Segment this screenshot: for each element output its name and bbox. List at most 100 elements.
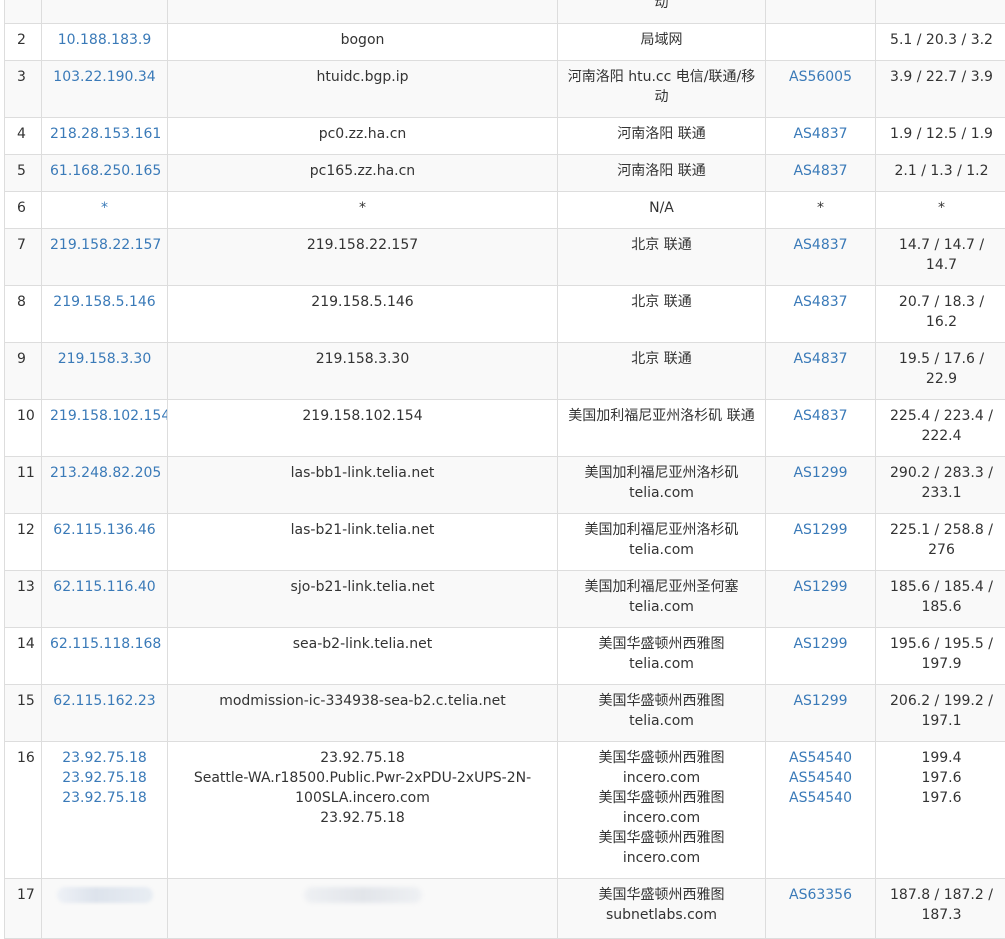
hop-number: 14: [17, 636, 35, 652]
ip-cell: 219.158.102.154: [42, 400, 168, 457]
hop-number-cell: 14: [5, 628, 42, 685]
hop-number-cell: 5: [5, 155, 42, 192]
asn-link[interactable]: AS54540: [774, 788, 867, 808]
hostname-text: htuidc.bgp.ip: [176, 67, 549, 87]
ip-link[interactable]: 103.22.190.34: [50, 67, 159, 87]
location-cell: 北京 联通: [558, 229, 766, 286]
ip-link[interactable]: 62.115.162.23: [50, 691, 159, 711]
hop-number: 12: [17, 522, 35, 538]
latency-text: 199.4 197.6 197.6: [884, 748, 999, 808]
ip-link[interactable]: 61.168.250.165: [50, 161, 159, 181]
hop-number: 2: [17, 32, 26, 48]
hostname-cell: 219.158.5.146: [168, 286, 558, 343]
asn-link[interactable]: AS4837: [774, 161, 867, 181]
asn-link[interactable]: AS4837: [774, 124, 867, 144]
hostname-text: sea-b2-link.telia.net: [176, 634, 549, 654]
asn-link[interactable]: AS1299: [774, 577, 867, 597]
asn-link[interactable]: AS63356: [774, 885, 867, 905]
hostname-text: modmission-ic-334938-sea-b2.c.telia.net: [176, 691, 549, 711]
asn-link[interactable]: AS1299: [774, 520, 867, 540]
latency-cell: 225.1 / 258.8 / 276: [876, 514, 1005, 571]
location-cell: 河南洛阳 联通: [558, 118, 766, 155]
latency-cell: 2.1 / 1.3 / 1.2: [876, 155, 1005, 192]
ip-link[interactable]: 219.158.3.30: [50, 349, 159, 369]
location-text: 北京 联通: [566, 235, 757, 255]
ip-link[interactable]: 213.248.82.205: [50, 463, 159, 483]
hop-number-cell: 12: [5, 514, 42, 571]
ip-link[interactable]: 219.158.102.154: [50, 406, 159, 426]
asn-link[interactable]: AS4837: [774, 292, 867, 312]
table-row: 1262.115.136.46las-b21-link.telia.net美国加…: [5, 514, 1005, 571]
hop-number: 9: [17, 351, 26, 367]
asn-cell: [766, 24, 876, 61]
location-cell: N/A: [558, 192, 766, 229]
asn-cell: AS1299: [766, 628, 876, 685]
asn-cell: AS4837: [766, 229, 876, 286]
latency-cell: 195.6 / 195.5 / 197.9: [876, 628, 1005, 685]
ip-link[interactable]: 62.115.136.46: [50, 520, 159, 540]
asn-link[interactable]: AS54540: [774, 748, 867, 768]
asn-link[interactable]: AS4837: [774, 406, 867, 426]
hop-number: 7: [17, 237, 26, 253]
latency-cell: 1.9 / 12.5 / 1.9: [876, 118, 1005, 155]
hostname-text: 219.158.3.30: [176, 349, 549, 369]
asn-link[interactable]: AS4837: [774, 349, 867, 369]
asn-link[interactable]: AS1299: [774, 691, 867, 711]
location-text: 河南洛阳 联通: [566, 124, 757, 144]
hop-number-cell: 6: [5, 192, 42, 229]
ip-link[interactable]: 218.28.153.161: [50, 124, 159, 144]
ip-cell: 218.28.153.161: [42, 118, 168, 155]
location-text: 美国加利福尼亚州圣何塞: [566, 577, 757, 597]
hop-number: 8: [17, 294, 26, 310]
ip-link[interactable]: 10.188.183.9: [50, 30, 159, 50]
location-cell: 河南洛阳 联通: [558, 155, 766, 192]
table-row: 10219.158.102.154219.158.102.154美国加利福尼亚州…: [5, 400, 1005, 457]
ip-link[interactable]: 62.115.116.40: [50, 577, 159, 597]
location-text: 北京 联通: [566, 292, 757, 312]
latency-cell: *: [876, 192, 1005, 229]
latency-text: 225.4 / 223.4 / 222.4: [884, 406, 999, 446]
hop-number: 3: [17, 69, 26, 85]
hostname-cell: pc0.zz.ha.cn: [168, 118, 558, 155]
hostname-text: sjo-b21-link.telia.net: [176, 577, 549, 597]
asn-link[interactable]: AS4837: [774, 235, 867, 255]
ip-link[interactable]: 62.115.118.168: [50, 634, 159, 654]
asn-link[interactable]: AS56005: [774, 67, 867, 87]
hop-number-cell: 16: [5, 742, 42, 879]
hop-number-cell: 15: [5, 685, 42, 742]
latency-cell: 199.4 197.6 197.6: [876, 742, 1005, 879]
hostname-text: las-bb1-link.telia.net: [176, 463, 549, 483]
location-text: incero.com: [566, 768, 757, 788]
table-row: 7 219.158.22.157 219.158.22.157 北京 联通 AS4837…: [5, 229, 1005, 286]
ip-link[interactable]: 23.92.75.18: [50, 788, 159, 808]
location-text: 美国华盛顿州西雅图 telia.com: [566, 691, 757, 731]
location-text: incero.com: [566, 848, 757, 868]
table-row: 15 62.115.162.23 modmission-ic-334938-sea-…: [5, 685, 1005, 742]
location-text: 美国华盛顿州西雅图: [566, 748, 757, 768]
hop-number-cell: 9: [5, 343, 42, 400]
ip-cell: 62.115.136.46: [42, 514, 168, 571]
asn-link[interactable]: AS1299: [774, 463, 867, 483]
hop-number-cell: 10: [5, 400, 42, 457]
hostname-cell: bogon: [168, 24, 558, 61]
asn-link[interactable]: AS1299: [774, 634, 867, 654]
hostname-text: 219.158.22.157: [176, 235, 549, 255]
hop-number: 13: [17, 579, 35, 595]
latency-text: 206.2 / 199.2 / 197.1: [884, 691, 999, 731]
latency-text: 19.5 / 17.6 / 22.9: [884, 349, 999, 389]
ip-link[interactable]: 219.158.22.157: [50, 235, 159, 255]
ip-link[interactable]: *: [50, 198, 159, 218]
location-text: 局域网: [566, 30, 757, 50]
location-text: subnetlabs.com: [566, 905, 757, 925]
ip-link[interactable]: 219.158.5.146: [50, 292, 159, 312]
hop-number-cell: 17: [5, 879, 42, 939]
latency-text: 14.7 / 14.7 / 14.7: [884, 235, 999, 275]
hostname-cell: las-b21-link.telia.net: [168, 514, 558, 571]
hostname-cell: sea-b2-link.telia.net: [168, 628, 558, 685]
latency-text: 225.1 / 258.8 / 276: [884, 520, 999, 560]
asn-link[interactable]: AS54540: [774, 768, 867, 788]
ip-cell: 10.188.183.9: [42, 24, 168, 61]
ip-link[interactable]: 23.92.75.18: [50, 748, 159, 768]
ip-link[interactable]: 23.92.75.18: [50, 768, 159, 788]
table-row: 1623.92.75.1823.92.75.1823.92.75.1823.92…: [5, 742, 1005, 879]
